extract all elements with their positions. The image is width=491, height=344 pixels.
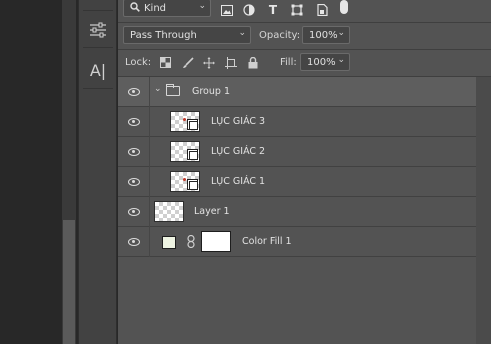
layer-thumbnail bbox=[170, 111, 200, 132]
lock-position-move-icon[interactable] bbox=[202, 56, 215, 69]
eye-icon bbox=[127, 208, 140, 216]
visibility-toggle[interactable] bbox=[118, 227, 150, 257]
dock-divider bbox=[83, 47, 113, 48]
visibility-toggle[interactable] bbox=[118, 197, 150, 227]
visibility-toggle[interactable] bbox=[118, 137, 150, 167]
divider bbox=[118, 22, 491, 23]
divider bbox=[118, 49, 491, 50]
chevron-down-icon: ⌄ bbox=[238, 28, 246, 38]
eye-icon bbox=[127, 238, 140, 246]
blend-mode-value: Pass Through bbox=[130, 29, 197, 41]
opacity-value: 100% bbox=[309, 29, 338, 41]
layer-thumbnail bbox=[170, 171, 200, 192]
layer-row-color-fill-1[interactable]: Color Fill 1 bbox=[118, 227, 476, 257]
layer-name: Group 1 bbox=[192, 86, 230, 97]
chevron-down-icon[interactable]: ⌄ bbox=[154, 84, 162, 94]
fill-label: Fill: bbox=[280, 57, 297, 68]
shape-layer-icon bbox=[187, 179, 198, 190]
lock-image-pixels-brush-icon[interactable] bbox=[181, 56, 194, 69]
layer-name: Layer 1 bbox=[194, 206, 230, 217]
smart-object-filter-icon[interactable] bbox=[315, 3, 329, 17]
character-icon-label: A| bbox=[89, 60, 107, 80]
properties-sliders-icon[interactable] bbox=[86, 18, 110, 42]
lock-label: Lock: bbox=[125, 57, 152, 68]
chevron-down-icon: ⌄ bbox=[337, 28, 345, 38]
opacity-field[interactable]: 100% ⌄ bbox=[302, 26, 350, 44]
dock-divider bbox=[83, 10, 113, 11]
dock-divider bbox=[83, 88, 113, 89]
layer-row-luc-giac-3[interactable]: LỤC GIÁC 3 bbox=[118, 107, 476, 137]
canvas-area bbox=[0, 0, 76, 344]
filter-kind-label: Kind bbox=[144, 2, 167, 14]
lock-transparent-pixels-icon[interactable] bbox=[159, 56, 172, 69]
layer-mask-thumbnail bbox=[201, 231, 231, 252]
fill-value: 100% bbox=[307, 56, 336, 68]
blend-mode-dropdown[interactable]: Pass Through ⌄ bbox=[123, 26, 251, 44]
opacity-label: Opacity: bbox=[259, 30, 301, 41]
chevron-down-icon: ⌄ bbox=[198, 1, 206, 11]
filter-toggle-switch[interactable] bbox=[340, 0, 348, 14]
layer-row-luc-giac-2[interactable]: LỤC GIÁC 2 bbox=[118, 137, 476, 167]
adjustment-filter-icon[interactable] bbox=[242, 3, 256, 17]
eye-icon bbox=[127, 148, 140, 156]
search-icon bbox=[130, 1, 140, 15]
layer-name: Color Fill 1 bbox=[242, 236, 292, 247]
layers-panel: Kind ⌄ T Pass Through ⌄ Opacity: 100% ⌄ … bbox=[118, 0, 491, 344]
character-panel-icon[interactable]: A| bbox=[86, 58, 110, 82]
lock-artboard-icon[interactable] bbox=[224, 56, 237, 69]
chevron-down-icon: ⌄ bbox=[337, 55, 345, 65]
eye-icon bbox=[127, 178, 140, 186]
shape-layer-icon bbox=[187, 119, 198, 130]
layer-name: LỤC GIÁC 2 bbox=[211, 146, 266, 157]
visibility-toggle[interactable] bbox=[118, 77, 150, 107]
fill-field[interactable]: 100% ⌄ bbox=[300, 53, 350, 71]
panel-dock-strip: A| bbox=[78, 0, 117, 344]
visibility-toggle[interactable] bbox=[118, 167, 150, 197]
shape-filter-icon[interactable] bbox=[290, 3, 304, 17]
layers-scrollbar[interactable] bbox=[476, 77, 491, 344]
layer-row-luc-giac-1[interactable]: LỤC GIÁC 1 bbox=[118, 167, 476, 197]
image-filter-icon[interactable] bbox=[220, 3, 234, 17]
layer-name: LỤC GIÁC 3 bbox=[211, 116, 266, 127]
layer-name: LỤC GIÁC 1 bbox=[211, 176, 266, 187]
shape-marker bbox=[183, 178, 186, 181]
visibility-toggle[interactable] bbox=[118, 107, 150, 137]
layer-thumbnail bbox=[154, 201, 184, 222]
layer-thumbnail bbox=[170, 141, 200, 162]
layer-row-layer-1[interactable]: Layer 1 bbox=[118, 197, 476, 227]
layer-row-group-1[interactable]: ⌄ Group 1 bbox=[118, 77, 476, 107]
scrollbar-thumb[interactable] bbox=[63, 220, 75, 344]
link-chain-icon[interactable] bbox=[187, 234, 195, 251]
eye-icon bbox=[127, 88, 140, 96]
folder-icon bbox=[166, 84, 180, 96]
shape-layer-icon bbox=[187, 149, 198, 160]
eye-icon bbox=[127, 118, 140, 126]
color-fill-swatch[interactable] bbox=[162, 236, 176, 249]
shape-marker bbox=[183, 118, 186, 121]
type-filter-icon[interactable]: T bbox=[266, 3, 280, 17]
lock-all-padlock-icon[interactable] bbox=[246, 56, 259, 69]
filter-kind-dropdown[interactable]: Kind ⌄ bbox=[123, 0, 211, 17]
